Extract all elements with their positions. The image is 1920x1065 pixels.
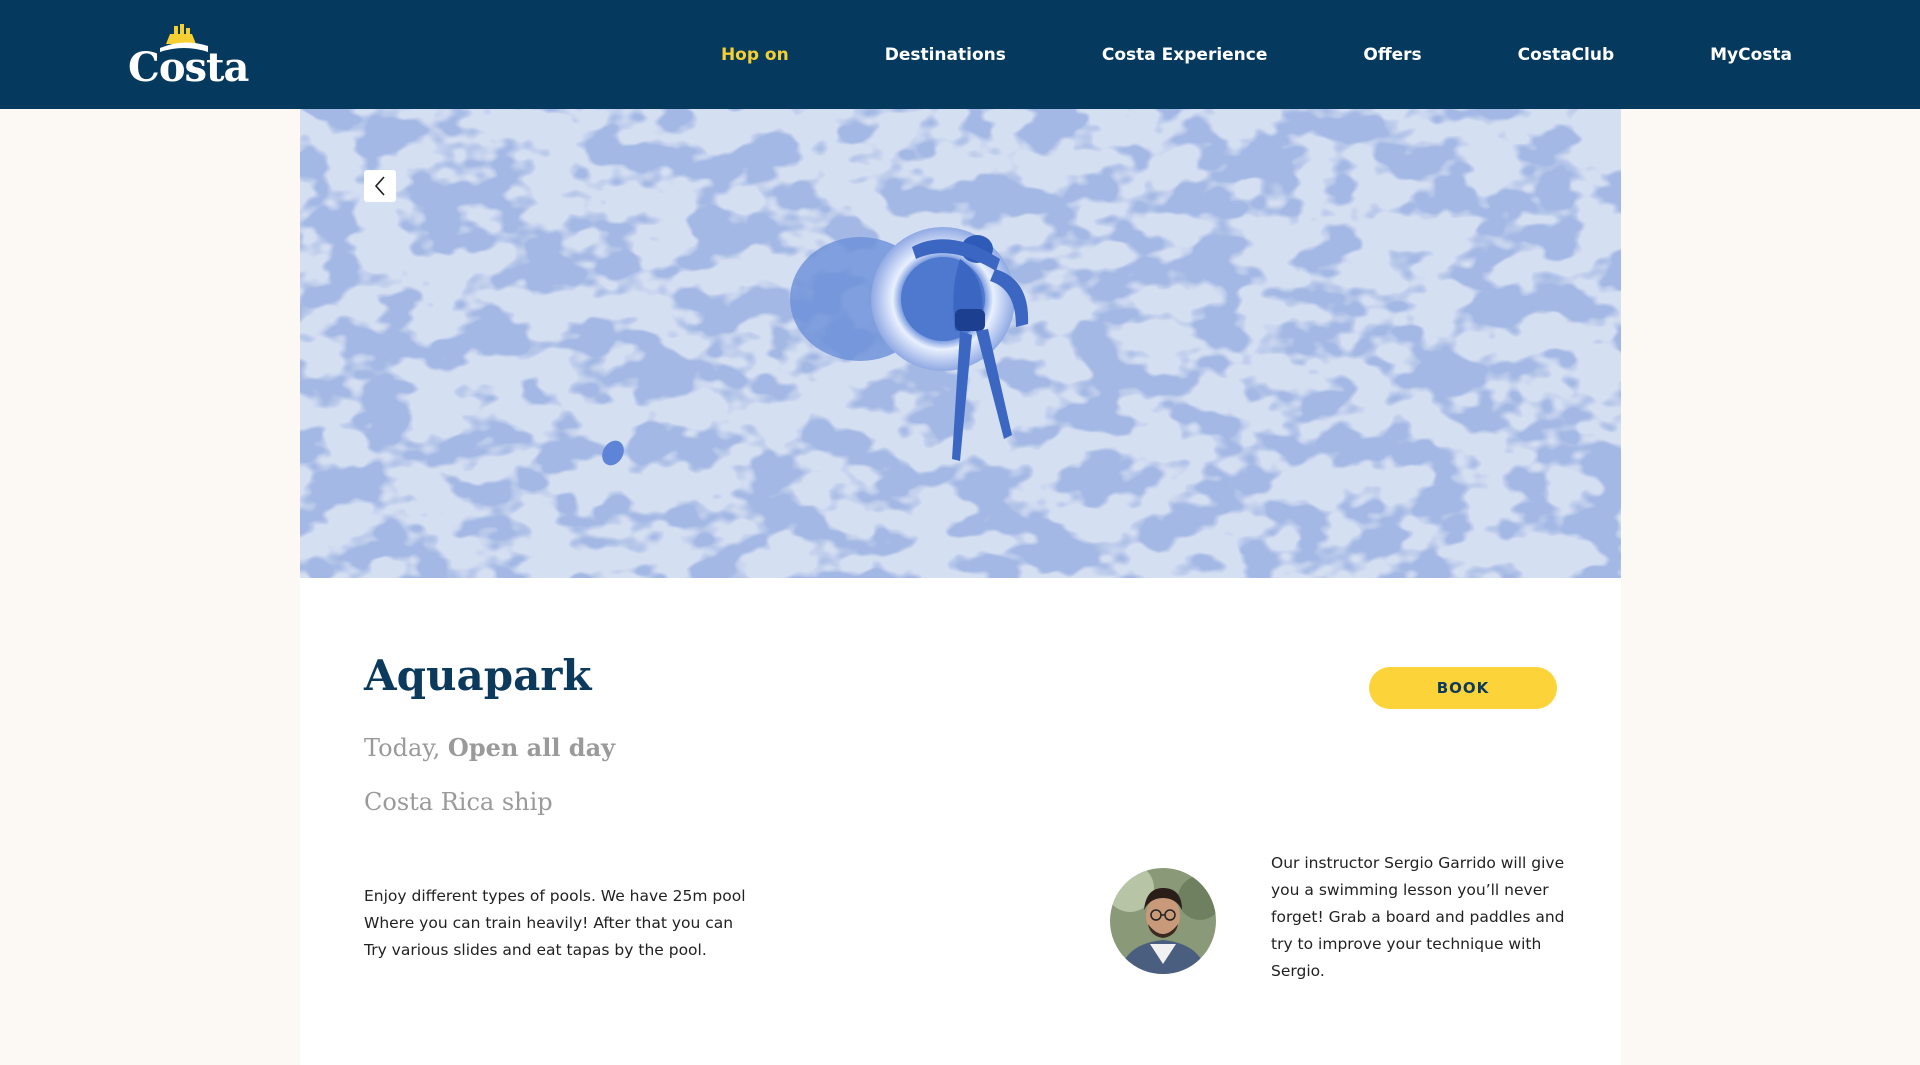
costa-logo[interactable]: Costa: [128, 22, 249, 88]
schedule-hours: Open all day: [447, 733, 616, 762]
activity-description: Enjoy different types of pools. We have …: [364, 883, 764, 964]
instructor-line: forget! Grab a board and paddles and: [1271, 908, 1565, 926]
nav-item-costa-experience[interactable]: Costa Experience: [1102, 45, 1268, 65]
activity-location: Costa Rica ship: [364, 788, 553, 816]
instructor-description: Our instructor Sergio Garrido will give …: [1271, 850, 1571, 985]
description-line: Enjoy different types of pools. We have …: [364, 887, 746, 905]
activity-title: Aquapark: [364, 651, 592, 700]
instructor-line: try to improve your technique with: [1271, 935, 1542, 953]
nav-item-hop-on[interactable]: Hop on: [721, 45, 789, 65]
logo-wordmark: Costa: [128, 44, 249, 91]
instructor-line: Our instructor Sergio Garrido will give: [1271, 854, 1565, 872]
carousel-prev-button[interactable]: [364, 170, 396, 202]
description-line: Where you can train heavily! After that …: [364, 914, 734, 932]
main-nav: Hop on Destinations Costa Experience Off…: [625, 0, 1792, 109]
site-header: Costa Hop on Destinations Costa Experien…: [0, 0, 1920, 109]
nav-item-destinations[interactable]: Destinations: [885, 45, 1006, 65]
activity-schedule: Today, Open all day: [364, 733, 615, 762]
instructor-line: you a swimming lesson you’ll never: [1271, 881, 1549, 899]
schedule-day: Today,: [364, 734, 448, 762]
book-button[interactable]: BOOK: [1369, 667, 1557, 709]
nav-item-offers[interactable]: Offers: [1363, 45, 1421, 65]
hero-image: [300, 109, 1621, 578]
instructor-avatar: [1110, 868, 1216, 974]
instructor-photo: [1110, 868, 1216, 974]
nav-item-costaclub[interactable]: CostaClub: [1518, 45, 1614, 65]
activity-card: Aquapark Today, Open all day Costa Rica …: [300, 578, 1621, 1065]
nav-item-mycosta[interactable]: MyCosta: [1710, 45, 1792, 65]
pool-swimmer-image: [300, 109, 1621, 578]
chevron-left-icon: [374, 176, 385, 196]
description-line: Try various slides and eat tapas by the …: [364, 941, 707, 959]
instructor-line: Sergio.: [1271, 962, 1325, 980]
